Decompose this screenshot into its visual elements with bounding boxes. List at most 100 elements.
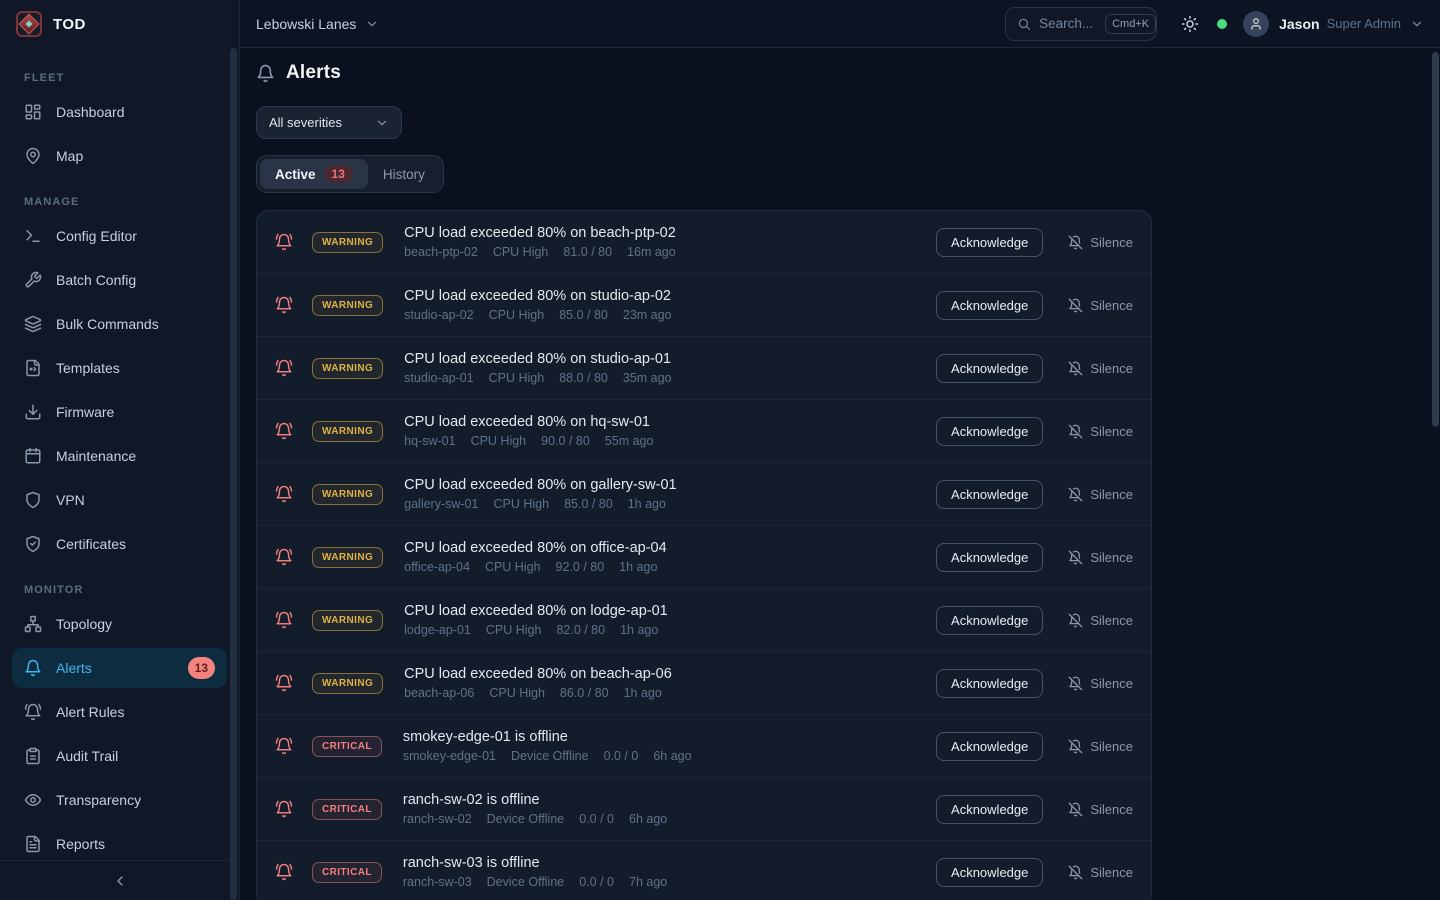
alert-device: hq-sw-01	[404, 434, 455, 448]
user-icon	[1249, 17, 1263, 31]
acknowledge-button[interactable]: Acknowledge	[936, 417, 1043, 446]
alert-actions: Acknowledge Silence	[936, 795, 1133, 824]
alert-text: CPU load exceeded 80% on beach-ap-06 bea…	[404, 666, 672, 700]
sidebar-item[interactable]: Dashboard	[12, 92, 227, 132]
sidebar-item[interactable]: Templates	[12, 348, 227, 388]
silence-button[interactable]: Silence	[1068, 676, 1133, 691]
bell-off-icon	[1068, 676, 1083, 691]
alert-text: CPU load exceeded 80% on studio-ap-01 st…	[404, 351, 671, 385]
acknowledge-button[interactable]: Acknowledge	[936, 858, 1043, 887]
alert-rule: CPU High	[485, 560, 541, 574]
bell-icon	[24, 659, 42, 677]
silence-button[interactable]: Silence	[1068, 361, 1133, 376]
bell-ring-icon	[275, 737, 293, 755]
sidebar-item[interactable]: Certificates	[12, 524, 227, 564]
silence-button[interactable]: Silence	[1068, 613, 1133, 628]
search-shortcut-hint: Cmd+K	[1105, 14, 1156, 34]
alert-meta: office-ap-04 CPU High 92.0 / 80 1h ago	[404, 560, 667, 574]
silence-button[interactable]: Silence	[1068, 424, 1133, 439]
silence-button[interactable]: Silence	[1068, 802, 1133, 817]
acknowledge-button[interactable]: Acknowledge	[936, 354, 1043, 383]
acknowledge-button[interactable]: Acknowledge	[936, 669, 1043, 698]
sidebar-item[interactable]: Map	[12, 136, 227, 176]
tab-label: Active	[275, 167, 316, 182]
silence-label: Silence	[1090, 802, 1133, 817]
acknowledge-button[interactable]: Acknowledge	[936, 606, 1043, 635]
alert-rule: Device Offline	[487, 875, 565, 889]
silence-button[interactable]: Silence	[1068, 865, 1133, 880]
acknowledge-button[interactable]: Acknowledge	[936, 543, 1043, 572]
org-selector[interactable]: Lebowski Lanes	[256, 16, 379, 32]
alert-title: CPU load exceeded 80% on beach-ap-06	[404, 666, 672, 682]
bell-off-icon	[1068, 550, 1083, 565]
sidebar-item[interactable]: Reports	[12, 824, 227, 860]
sidebar-item[interactable]: Config Editor	[12, 216, 227, 256]
alert-text: CPU load exceeded 80% on office-ap-04 of…	[404, 540, 667, 574]
bell-off-icon	[1068, 235, 1083, 250]
silence-button[interactable]: Silence	[1068, 487, 1133, 502]
sidebar-item[interactable]: Alerts 13	[12, 648, 227, 688]
alert-rule: Device Offline	[511, 749, 589, 763]
alert-actions: Acknowledge Silence	[936, 543, 1133, 572]
sidebar-item[interactable]: Audit Trail	[12, 736, 227, 776]
alert-time: 6h ago	[653, 749, 691, 763]
search-box[interactable]: Cmd+K	[1005, 7, 1157, 41]
acknowledge-button[interactable]: Acknowledge	[936, 228, 1043, 257]
sidebar-item[interactable]: VPN	[12, 480, 227, 520]
tab[interactable]: Active 13	[260, 159, 368, 189]
chevron-down-icon[interactable]	[1410, 17, 1424, 31]
sidebar-item[interactable]: Maintenance	[12, 436, 227, 476]
alert-text: CPU load exceeded 80% on beach-ptp-02 be…	[404, 225, 676, 259]
alerts-tabs: Active 13 History	[256, 155, 444, 193]
sidebar-scrollbar[interactable]	[230, 48, 237, 900]
alert-meta: beach-ap-06 CPU High 86.0 / 80 1h ago	[404, 686, 672, 700]
brand-name: TOD	[53, 16, 86, 33]
alert-device: studio-ap-01	[404, 371, 474, 385]
alert-actions: Acknowledge Silence	[936, 417, 1133, 446]
silence-button[interactable]: Silence	[1068, 550, 1133, 565]
silence-button[interactable]: Silence	[1068, 298, 1133, 313]
alert-value: 92.0 / 80	[556, 560, 605, 574]
alert-device: smokey-edge-01	[403, 749, 496, 763]
alert-rule: CPU High	[489, 686, 545, 700]
sidebar-item-label: Dashboard	[56, 104, 125, 120]
acknowledge-button[interactable]: Acknowledge	[936, 795, 1043, 824]
alert-actions: Acknowledge Silence	[936, 291, 1133, 320]
alert-device: ranch-sw-02	[403, 812, 472, 826]
page-scrollbar[interactable]	[1432, 52, 1439, 427]
severity-filter-value: All severities	[269, 115, 342, 130]
severity-filter-select[interactable]: All severities	[256, 106, 402, 139]
alert-value: 81.0 / 80	[563, 245, 612, 259]
status-dot	[1217, 19, 1227, 29]
acknowledge-button[interactable]: Acknowledge	[936, 732, 1043, 761]
silence-button[interactable]: Silence	[1068, 739, 1133, 754]
sidebar-item[interactable]: Bulk Commands	[12, 304, 227, 344]
sidebar-collapse-button[interactable]	[0, 860, 239, 900]
alert-time: 1h ago	[628, 497, 666, 511]
sidebar-item-label: Certificates	[56, 536, 126, 552]
alert-value: 82.0 / 80	[556, 623, 605, 637]
sidebar-item[interactable]: Firmware	[12, 392, 227, 432]
alert-actions: Acknowledge Silence	[936, 732, 1133, 761]
acknowledge-button[interactable]: Acknowledge	[936, 480, 1043, 509]
sidebar-item[interactable]: Alert Rules	[12, 692, 227, 732]
bell-ring-icon	[275, 548, 293, 566]
alert-time: 6h ago	[629, 812, 667, 826]
alert-actions: Acknowledge Silence	[936, 354, 1133, 383]
alert-actions: Acknowledge Silence	[936, 228, 1133, 257]
shield-icon	[24, 491, 42, 509]
avatar[interactable]	[1243, 11, 1269, 37]
sidebar-item[interactable]: Batch Config	[12, 260, 227, 300]
tab[interactable]: History	[368, 159, 440, 189]
sun-icon[interactable]	[1181, 15, 1199, 33]
acknowledge-button[interactable]: Acknowledge	[936, 291, 1043, 320]
silence-button[interactable]: Silence	[1068, 235, 1133, 250]
alert-title: CPU load exceeded 80% on studio-ap-01	[404, 351, 671, 367]
sidebar-item-label: Bulk Commands	[56, 316, 159, 332]
chevron-down-icon	[375, 116, 389, 130]
search-input[interactable]	[1039, 16, 1097, 31]
sidebar-item[interactable]: Topology	[12, 604, 227, 644]
alert-title: ranch-sw-02 is offline	[403, 792, 667, 808]
severity-badge: WARNING	[312, 673, 383, 694]
sidebar-item[interactable]: Transparency	[12, 780, 227, 820]
